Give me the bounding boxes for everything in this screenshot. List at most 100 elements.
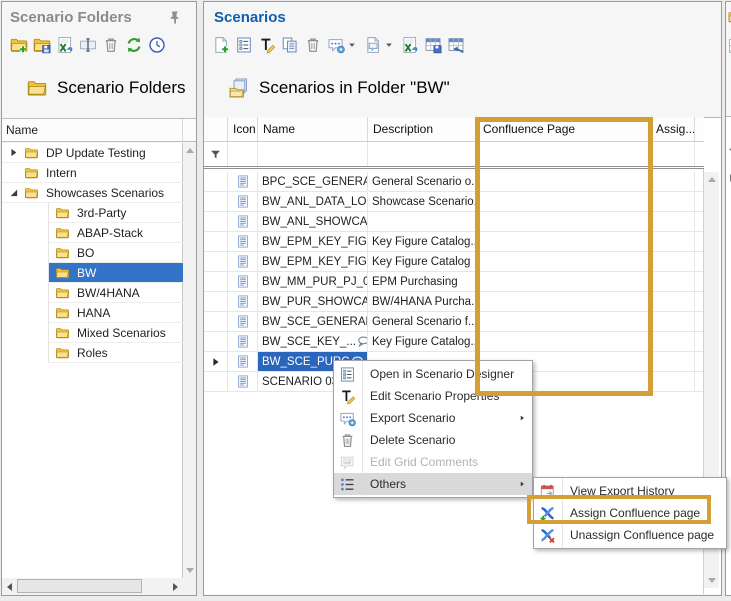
column-header-name[interactable]: Name — [258, 117, 368, 141]
tree-item-roles[interactable]: Roles — [2, 343, 183, 363]
menu-item-edit-scenario-properties[interactable]: Edit Scenario Properties — [334, 385, 532, 407]
assigned-cell[interactable] — [651, 272, 695, 292]
assigned-cell[interactable] — [651, 232, 695, 252]
confluence-page-cell[interactable] — [478, 232, 651, 252]
submenu-item-view-export-history[interactable]: View Export History — [534, 480, 726, 502]
menu-item-export-scenario[interactable]: Export Scenario — [334, 407, 532, 429]
clock-icon[interactable] — [148, 36, 166, 54]
scenario-name-cell[interactable]: BW_EPM_KEY_FIG... — [258, 232, 368, 252]
table-row-bw-sce-key[interactable]: BW_SCE_KEY_...Key Figure Catalog... — [204, 332, 704, 352]
new-folder-icon[interactable] — [10, 36, 28, 54]
new-scenario-icon[interactable] — [212, 36, 230, 54]
table-row-bw-anl-data-lo[interactable]: BW_ANL_DATA_LO...Showcase Scenario... — [204, 192, 704, 212]
excel-export-icon[interactable] — [401, 36, 419, 54]
scroll-right-icon[interactable] — [168, 578, 183, 595]
filter-cell[interactable] — [228, 142, 258, 166]
confluence-page-cell[interactable] — [478, 292, 651, 312]
table-row-bw-sce-general[interactable]: BW_SCE_GENERAL...General Scenario f... — [204, 312, 704, 332]
submenu-item-unassign-confluence-page[interactable]: Unassign Confluence page — [534, 524, 726, 546]
confluence-page-cell[interactable] — [478, 332, 651, 352]
tree-item-intern[interactable]: Intern — [2, 163, 183, 183]
assigned-cell[interactable] — [651, 212, 695, 232]
assigned-cell[interactable] — [651, 312, 695, 332]
scenario-description-cell[interactable] — [368, 212, 478, 232]
tree-item-showcases-scenarios[interactable]: Showcases Scenarios — [2, 183, 183, 203]
scenario-name-cell[interactable]: BW_SCE_GENERAL... — [258, 312, 368, 332]
menu-item-others[interactable]: Others — [334, 473, 532, 495]
tree-item-bw-4hana[interactable]: BW/4HANA — [2, 283, 183, 303]
rename-icon[interactable] — [79, 36, 97, 54]
refresh-icon[interactable] — [125, 36, 143, 54]
table-row-bw-mm-pur-pj-01[interactable]: BW_MM_PUR_PJ_01EPM Purchasing — [204, 272, 704, 292]
scenario-name-cell[interactable]: BPC_SCE_GENERA... — [258, 172, 368, 192]
page-comment-icon[interactable] — [364, 36, 382, 54]
assigned-cell[interactable] — [651, 332, 695, 352]
table-row-bw-anl-showca[interactable]: BW_ANL_SHOWCA... — [204, 212, 704, 232]
filter-cell[interactable] — [478, 142, 651, 166]
filter-cell[interactable] — [258, 142, 368, 166]
scrollbar-thumb[interactable] — [17, 579, 142, 593]
scenario-description-cell[interactable]: Showcase Scenario... — [368, 192, 478, 212]
assigned-cell[interactable] — [651, 252, 695, 272]
expander-expanded-icon[interactable] — [7, 186, 20, 199]
table-row-bw-pur-showca[interactable]: BW_PUR_SHOWCA...BW/4HANA Purcha... — [204, 292, 704, 312]
tree-column-header-name[interactable]: Name — [2, 118, 196, 142]
table-row-bw-epm-key-fig[interactable]: BW_EPM_KEY_FIG...Key Figure Catalog... — [204, 232, 704, 252]
scroll-left-icon[interactable] — [2, 578, 17, 595]
scenario-name-cell[interactable]: BW_MM_PUR_PJ_01 — [258, 272, 368, 292]
scroll-down-icon[interactable] — [704, 573, 719, 588]
scenario-description-cell[interactable]: General Scenario o... — [368, 172, 478, 192]
scenario-name-cell[interactable]: BW_ANL_DATA_LO... — [258, 192, 368, 212]
scroll-down-icon[interactable] — [183, 563, 196, 578]
confluence-page-cell[interactable] — [478, 172, 651, 192]
assigned-cell[interactable] — [651, 372, 695, 392]
pin-icon[interactable] — [169, 10, 181, 25]
column-header-icon[interactable]: Icon — [228, 117, 258, 141]
scenario-description-cell[interactable]: Key Figure Catalog... — [368, 332, 478, 352]
excel-export-icon[interactable] — [56, 36, 74, 54]
assigned-cell[interactable] — [651, 292, 695, 312]
assigned-cell[interactable] — [651, 352, 695, 372]
save-folder-icon[interactable] — [33, 36, 51, 54]
grid-import-icon[interactable] — [447, 36, 465, 54]
scenario-name-cell[interactable]: BW_SCE_KEY_... — [258, 332, 368, 352]
tree-item-bw[interactable]: BW — [2, 263, 183, 283]
tree-item-hana[interactable]: HANA — [2, 303, 183, 323]
table-row-bpc-sce-genera[interactable]: BPC_SCE_GENERA...General Scenario o... — [204, 172, 704, 192]
delete-icon[interactable] — [304, 36, 322, 54]
confluence-page-cell[interactable] — [478, 272, 651, 292]
tree-horizontal-scrollbar[interactable] — [2, 578, 183, 595]
scenario-description-cell[interactable]: EPM Purchasing — [368, 272, 478, 292]
scroll-up-icon[interactable] — [183, 143, 196, 158]
delete-icon[interactable] — [102, 36, 120, 54]
scenario-description-cell[interactable]: Key Figure Catalog — [368, 252, 478, 272]
confluence-page-cell[interactable] — [478, 312, 651, 332]
expander-collapsed-icon[interactable] — [7, 146, 20, 159]
scenario-name-cell[interactable]: BW_ANL_SHOWCA... — [258, 212, 368, 232]
dropdown-arrow-icon[interactable] — [347, 40, 357, 50]
table-row-bw-epm-key-fig[interactable]: BW_EPM_KEY_FIG...Key Figure Catalog — [204, 252, 704, 272]
dropdown-arrow-icon[interactable] — [384, 40, 394, 50]
tree-vertical-scrollbar[interactable] — [183, 143, 196, 578]
tree-item-abap-stack[interactable]: ABAP-Stack — [2, 223, 183, 243]
tree-item-dp-update-testing[interactable]: DP Update Testing — [2, 143, 183, 163]
column-header-confluence-page[interactable]: Confluence Page — [478, 117, 651, 141]
tree-item-mixed-scenarios[interactable]: Mixed Scenarios — [2, 323, 183, 343]
comment-export-icon[interactable] — [327, 36, 345, 54]
scenario-designer-icon[interactable] — [235, 36, 253, 54]
column-header-assig[interactable]: Assig... — [651, 117, 695, 141]
menu-item-open-in-scenario-designer[interactable]: Open in Scenario Designer — [334, 363, 532, 385]
filter-cell[interactable] — [695, 142, 704, 166]
menu-item-delete-scenario[interactable]: Delete Scenario — [334, 429, 532, 451]
scenario-name-cell[interactable]: BW_EPM_KEY_FIG... — [258, 252, 368, 272]
confluence-page-cell[interactable] — [478, 212, 651, 232]
filter-cell[interactable] — [651, 142, 695, 166]
scenario-description-cell[interactable]: BW/4HANA Purcha... — [368, 292, 478, 312]
copy-icon[interactable] — [281, 36, 299, 54]
scenario-description-cell[interactable]: General Scenario f... — [368, 312, 478, 332]
confluence-page-cell[interactable] — [478, 192, 651, 212]
edit-properties-icon[interactable] — [258, 36, 276, 54]
tree-item-bo[interactable]: BO — [2, 243, 183, 263]
assigned-cell[interactable] — [651, 192, 695, 212]
filter-cell[interactable] — [368, 142, 478, 166]
